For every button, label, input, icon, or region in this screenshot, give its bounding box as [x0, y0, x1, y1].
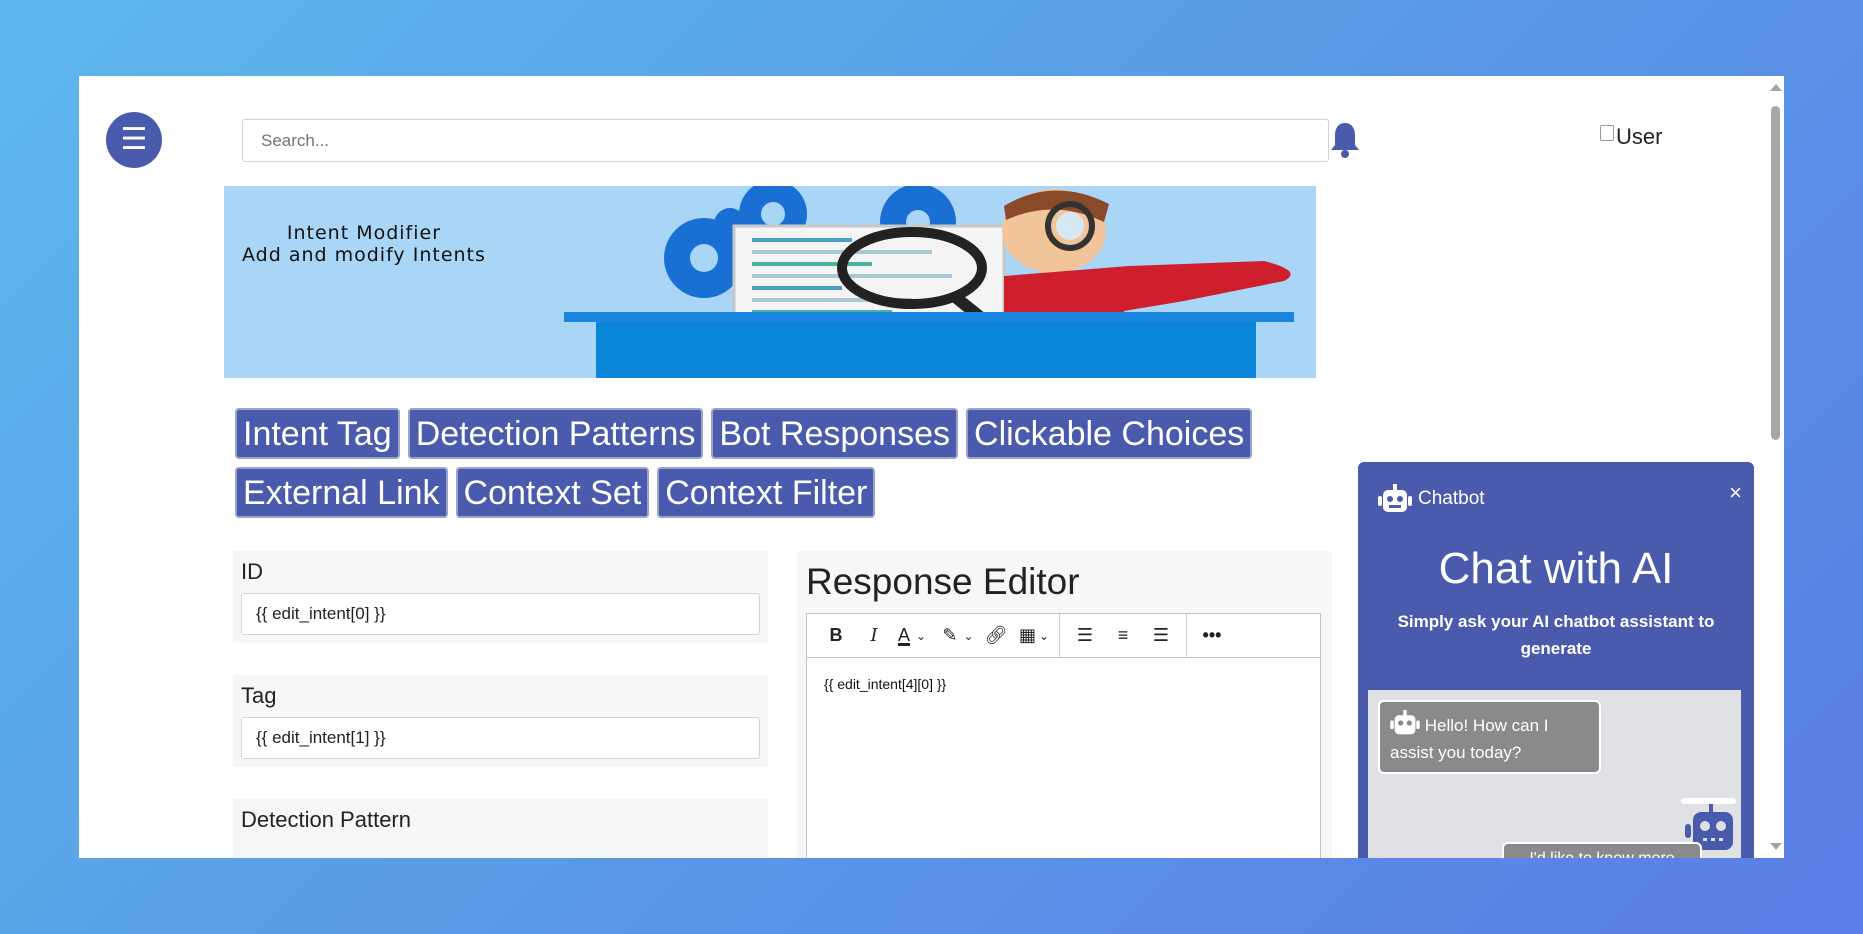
user-message: I'd like to know more — [1502, 842, 1702, 858]
close-icon[interactable]: × — [1729, 480, 1742, 506]
response-editor-title: Response Editor — [806, 561, 1080, 602]
id-label: ID — [241, 559, 263, 584]
banner-text: Intent Modifier Add and modify Intents — [242, 222, 486, 266]
bell-icon[interactable] — [1329, 120, 1361, 160]
search-input[interactable] — [242, 119, 1329, 162]
tag-input[interactable]: {{ edit_intent[1] }} — [241, 717, 760, 759]
tab-intent-tag[interactable]: Intent Tag — [235, 408, 400, 459]
banner-line-2: Add and modify Intents — [242, 244, 486, 266]
response-editor: Response Editor B I A ⌄ ✎ ⌄ 🔗︎ ▦ ⌄ ☰ ≡ ☰ ••… — [797, 551, 1332, 858]
tab-context-filter[interactable]: Context Filter — [657, 467, 876, 518]
chatbot-panel: Chatbot × Chat with AI Simply ask your A… — [1358, 462, 1754, 858]
chatbot-header: Chatbot — [1378, 484, 1485, 514]
app-window: ☰ User — [79, 76, 1784, 858]
link-icon[interactable]: 🔗︎ — [977, 621, 1015, 651]
user-avatar[interactable]: User — [1600, 124, 1662, 150]
align-right-icon[interactable]: ☰ — [1142, 621, 1180, 651]
toolbar-separator — [1186, 613, 1187, 658]
chatbot-header-label: Chatbot — [1418, 488, 1485, 509]
editor-content[interactable]: {{ edit_intent[4][0] }} — [807, 658, 1320, 710]
robot-icon — [1378, 484, 1412, 512]
chatbot-subtitle: Simply ask your AI chatbot assistant to … — [1397, 612, 1715, 658]
banner: Intent Modifier Add and modify Intents — [224, 186, 1316, 378]
tab-context-set[interactable]: Context Set — [455, 467, 650, 518]
user-avatar-alt: User — [1616, 124, 1663, 149]
detection-pattern-label: Detection Pattern — [241, 807, 411, 832]
align-center-icon[interactable]: ≡ — [1104, 621, 1142, 651]
section-tabs: Intent Tag Detection Patterns Bot Respon… — [235, 408, 1295, 526]
align-left-icon[interactable]: ☰ — [1066, 621, 1104, 651]
bot-message: Hello! How can I assist you today? — [1378, 700, 1601, 774]
broken-image-icon — [1600, 125, 1614, 141]
id-field-group: ID {{ edit_intent[0] }} — [233, 551, 768, 643]
vertical-scrollbar[interactable] — [1767, 76, 1784, 858]
italic-icon[interactable]: I — [855, 621, 893, 651]
tab-external-link[interactable]: External Link — [235, 467, 448, 518]
scroll-up-icon[interactable] — [1770, 84, 1782, 91]
detection-pattern-group: Detection Pattern — [233, 799, 768, 858]
more-icon[interactable]: ••• — [1193, 621, 1231, 651]
tag-field-group: Tag {{ edit_intent[1] }} — [233, 675, 768, 767]
tab-row-2: External Link Context Set Context Filter — [235, 467, 1295, 518]
robot-icon — [1390, 710, 1420, 735]
id-input[interactable]: {{ edit_intent[0] }} — [241, 593, 760, 635]
banner-line-1: Intent Modifier — [286, 222, 442, 244]
banner-illustration — [564, 186, 1294, 378]
editor-toolbar: B I A ⌄ ✎ ⌄ 🔗︎ ▦ ⌄ ☰ ≡ ☰ ••• — [807, 613, 1320, 658]
bold-icon[interactable]: B — [817, 621, 855, 651]
tab-detection-patterns[interactable]: Detection Patterns — [407, 408, 704, 459]
tab-clickable-choices[interactable]: Clickable Choices — [966, 408, 1253, 459]
chatbot-title: Chat with AI — [1438, 544, 1674, 593]
table-icon[interactable]: ▦ ⌄ — [1015, 621, 1053, 651]
chat-messages: Hello! How can I assist you today? I'd l… — [1368, 690, 1741, 858]
tab-row-1: Intent Tag Detection Patterns Bot Respon… — [235, 408, 1295, 459]
tag-label: Tag — [241, 683, 277, 708]
toolbar-separator — [1059, 613, 1060, 658]
highlight-icon[interactable]: ✎ ⌄ — [939, 621, 977, 651]
text-color-icon[interactable]: A ⌄ — [893, 621, 931, 651]
tab-bot-responses[interactable]: Bot Responses — [711, 408, 959, 459]
scroll-down-icon[interactable] — [1770, 843, 1782, 850]
menu-button[interactable]: ☰ — [106, 112, 162, 168]
rich-text-editor: B I A ⌄ ✎ ⌄ 🔗︎ ▦ ⌄ ☰ ≡ ☰ ••• {{ edit_intent… — [806, 613, 1321, 858]
scrollbar-thumb[interactable] — [1771, 106, 1780, 440]
